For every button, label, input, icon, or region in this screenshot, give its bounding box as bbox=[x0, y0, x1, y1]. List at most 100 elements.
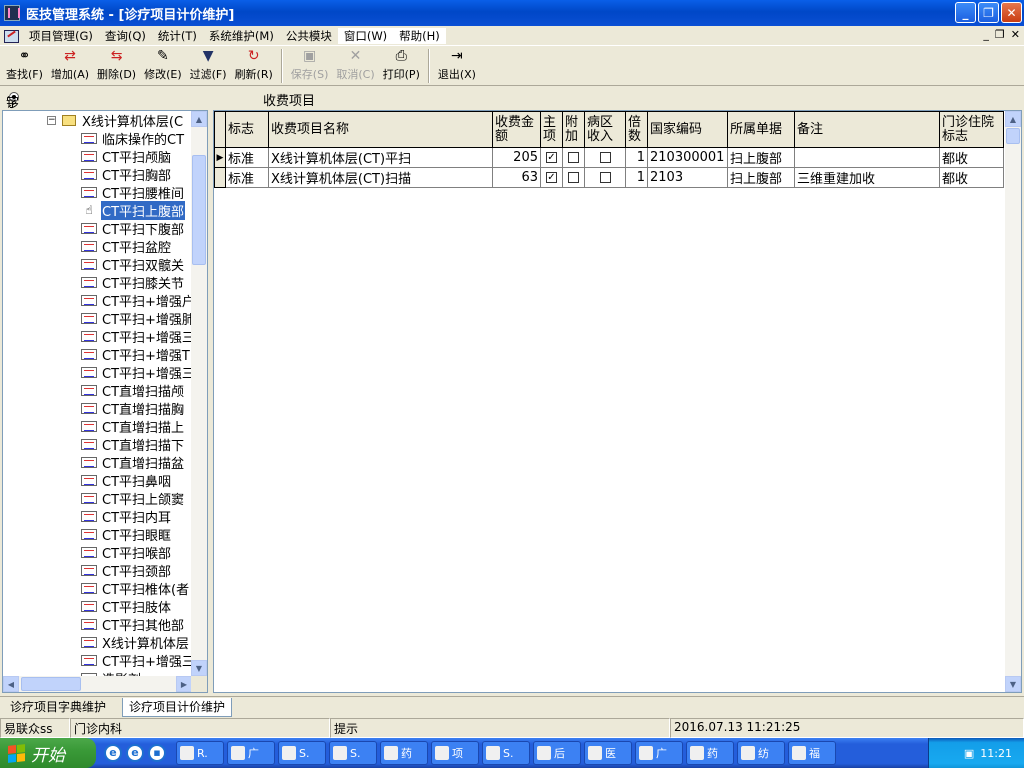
tree-item[interactable]: CT平扫其他部 bbox=[81, 615, 185, 634]
find-button[interactable]: ⚭ 查找(F) bbox=[2, 46, 47, 86]
menu-window[interactable]: 窗口(W) bbox=[337, 27, 394, 44]
tree-item[interactable]: CT平扫双髋关 bbox=[81, 255, 185, 274]
main-checkbox[interactable]: ✓ bbox=[546, 172, 557, 183]
col-national-code[interactable]: 国家编码 bbox=[647, 111, 728, 148]
restore-button[interactable]: ❐ bbox=[978, 2, 999, 23]
scroll-left-icon[interactable]: ◀ bbox=[3, 676, 19, 692]
tree-item[interactable]: 临床操作的CT bbox=[81, 129, 185, 148]
ward-income-checkbox[interactable] bbox=[599, 172, 611, 183]
cell-ward-income[interactable] bbox=[584, 167, 626, 188]
menu-help[interactable]: 帮助(H) bbox=[393, 27, 446, 44]
extra-checkbox[interactable] bbox=[568, 172, 579, 183]
tree-item[interactable]: ☝ CT平扫上腹部 bbox=[81, 200, 186, 220]
taskbar-task[interactable]: 广 bbox=[227, 741, 275, 765]
extra-checkbox[interactable] bbox=[568, 152, 579, 163]
tree-item[interactable]: CT平扫+增强肺 bbox=[81, 309, 192, 328]
cell-amount[interactable]: 205 bbox=[492, 147, 541, 168]
desktop-icon[interactable]: ▪ bbox=[148, 744, 166, 762]
taskbar-task[interactable]: 药 bbox=[686, 741, 734, 765]
tree-item[interactable]: CT平扫+增强户 bbox=[81, 291, 192, 310]
scroll-right-icon[interactable]: ▶ bbox=[176, 676, 192, 692]
tree-item[interactable]: CT平扫胸部 bbox=[81, 165, 172, 184]
cell-main[interactable]: ✓ bbox=[540, 147, 563, 168]
tree-item[interactable]: CT平扫鼻咽 bbox=[81, 471, 172, 490]
mdi-restore-icon[interactable]: ❐ bbox=[995, 28, 1005, 41]
menu-project[interactable]: 项目管理(G) bbox=[23, 28, 99, 44]
col-document[interactable]: 所属单据 bbox=[727, 111, 795, 148]
cell-amount[interactable]: 63 bbox=[492, 167, 541, 188]
grid-vertical-scrollbar[interactable]: ▲ ▼ bbox=[1005, 111, 1021, 692]
taskbar-task[interactable]: 后 bbox=[533, 741, 581, 765]
document-icon[interactable] bbox=[3, 28, 21, 44]
taskbar-task[interactable]: 福 bbox=[788, 741, 836, 765]
cell-document[interactable]: 扫上腹部 bbox=[727, 167, 795, 188]
mdi-close-icon[interactable]: ✕ bbox=[1011, 28, 1020, 41]
tree-vertical-scrollbar[interactable]: ▲ ▼ bbox=[191, 111, 207, 676]
taskbar-task[interactable]: S. bbox=[482, 741, 530, 765]
tree-root[interactable]: − X线计算机体层(C bbox=[47, 111, 184, 130]
taskbar-task[interactable]: 项 bbox=[431, 741, 479, 765]
tree-item[interactable]: CT直增扫描上 bbox=[81, 417, 185, 436]
delete-button[interactable]: ⇆ 删除(D) bbox=[93, 46, 140, 86]
edit-button[interactable]: ✎ 修改(E) bbox=[140, 46, 186, 86]
col-flag[interactable]: 标志 bbox=[225, 111, 269, 148]
close-button[interactable]: ✕ bbox=[1001, 2, 1022, 23]
scroll-up-icon[interactable]: ▲ bbox=[191, 111, 207, 127]
tree-item[interactable]: CT平扫喉部 bbox=[81, 543, 172, 562]
col-name[interactable]: 收费项目名称 bbox=[268, 111, 493, 148]
cell-multiple[interactable]: 1 bbox=[625, 147, 648, 168]
tree-item[interactable]: CT直增扫描下 bbox=[81, 435, 185, 454]
cell-extra[interactable] bbox=[562, 167, 585, 188]
menu-common[interactable]: 公共模块 bbox=[280, 28, 338, 44]
tree-item[interactable]: CT平扫腰椎间 bbox=[81, 183, 185, 202]
col-amount[interactable]: 收费金额 bbox=[492, 111, 541, 148]
tree-horizontal-scrollbar[interactable]: ◀ ▶ bbox=[3, 676, 192, 692]
cell-flag[interactable]: 标准 bbox=[225, 147, 269, 168]
tree-item[interactable]: CT直增扫描盆 bbox=[81, 453, 185, 472]
scroll-thumb[interactable] bbox=[1006, 128, 1020, 144]
cell-ward-income[interactable] bbox=[584, 147, 626, 168]
scroll-thumb[interactable] bbox=[192, 155, 206, 265]
tree-item[interactable]: CT平扫+增强T bbox=[81, 345, 191, 364]
refresh-button[interactable]: ↻ 刷新(R) bbox=[231, 46, 277, 86]
add-button[interactable]: ⇄ 增加(A) bbox=[47, 46, 93, 86]
cell-op-ip-flag[interactable]: 都收 bbox=[939, 167, 1004, 188]
tree-item[interactable]: CT平扫内耳 bbox=[81, 507, 172, 526]
tree-item[interactable]: CT直增扫描颅 bbox=[81, 381, 185, 400]
ie-icon[interactable]: e bbox=[104, 744, 122, 762]
tree-item[interactable]: CT平扫膝关节 bbox=[81, 273, 185, 292]
scroll-up-icon[interactable]: ▲ bbox=[1005, 111, 1021, 127]
tree-item[interactable]: CT平扫肢体 bbox=[81, 597, 172, 616]
menu-system[interactable]: 系统维护(M) bbox=[203, 28, 280, 44]
col-note[interactable]: 备注 bbox=[794, 111, 940, 148]
filter-button[interactable]: ▼ 过滤(F) bbox=[186, 46, 231, 86]
taskbar-task[interactable]: 医 bbox=[584, 741, 632, 765]
tree-item[interactable]: 造影剂 bbox=[81, 669, 142, 676]
cell-op-ip-flag[interactable]: 都收 bbox=[939, 147, 1004, 168]
cell-note[interactable]: 三维重建加收 bbox=[794, 167, 940, 188]
taskbar-task[interactable]: S. bbox=[278, 741, 326, 765]
tree-item[interactable]: CT平扫上颌窦 bbox=[81, 489, 185, 508]
cell-note[interactable] bbox=[794, 147, 940, 168]
exit-button[interactable]: ⇥ 退出(X) bbox=[434, 46, 480, 86]
cancel-button[interactable]: ✕ 取消(C) bbox=[332, 46, 378, 86]
tree-item[interactable]: CT平扫颈部 bbox=[81, 561, 172, 580]
ward-income-checkbox[interactable] bbox=[599, 152, 611, 163]
tree-item[interactable]: CT平扫+增强三 bbox=[81, 327, 192, 346]
col-extra[interactable]: 附加 bbox=[562, 111, 585, 148]
taskbar-task[interactable]: R. bbox=[176, 741, 224, 765]
tree-item[interactable]: CT平扫眼眶 bbox=[81, 525, 172, 544]
table-row[interactable]: 标准 X线计算机体层(CT)扫描 63 ✓ 1 2103 扫上腹部 三维重建加收… bbox=[214, 167, 1004, 188]
scroll-down-icon[interactable]: ▼ bbox=[191, 660, 207, 676]
tab-dictionary[interactable]: 诊疗项目字典维护 bbox=[4, 698, 112, 717]
start-button[interactable]: 开始 bbox=[0, 738, 96, 768]
cell-flag[interactable]: 标准 bbox=[225, 167, 269, 188]
cell-main[interactable]: ✓ bbox=[540, 167, 563, 188]
main-checkbox[interactable]: ✓ bbox=[546, 152, 557, 163]
tray-network-icon[interactable]: ▣ bbox=[964, 747, 974, 760]
browser-icon[interactable]: e bbox=[126, 744, 144, 762]
collapse-icon[interactable]: − bbox=[47, 115, 56, 125]
cell-name[interactable]: X线计算机体层(CT)平扫 bbox=[268, 147, 493, 168]
taskbar-task[interactable]: 纺 bbox=[737, 741, 785, 765]
tree-item[interactable]: CT平扫下腹部 bbox=[81, 219, 185, 238]
